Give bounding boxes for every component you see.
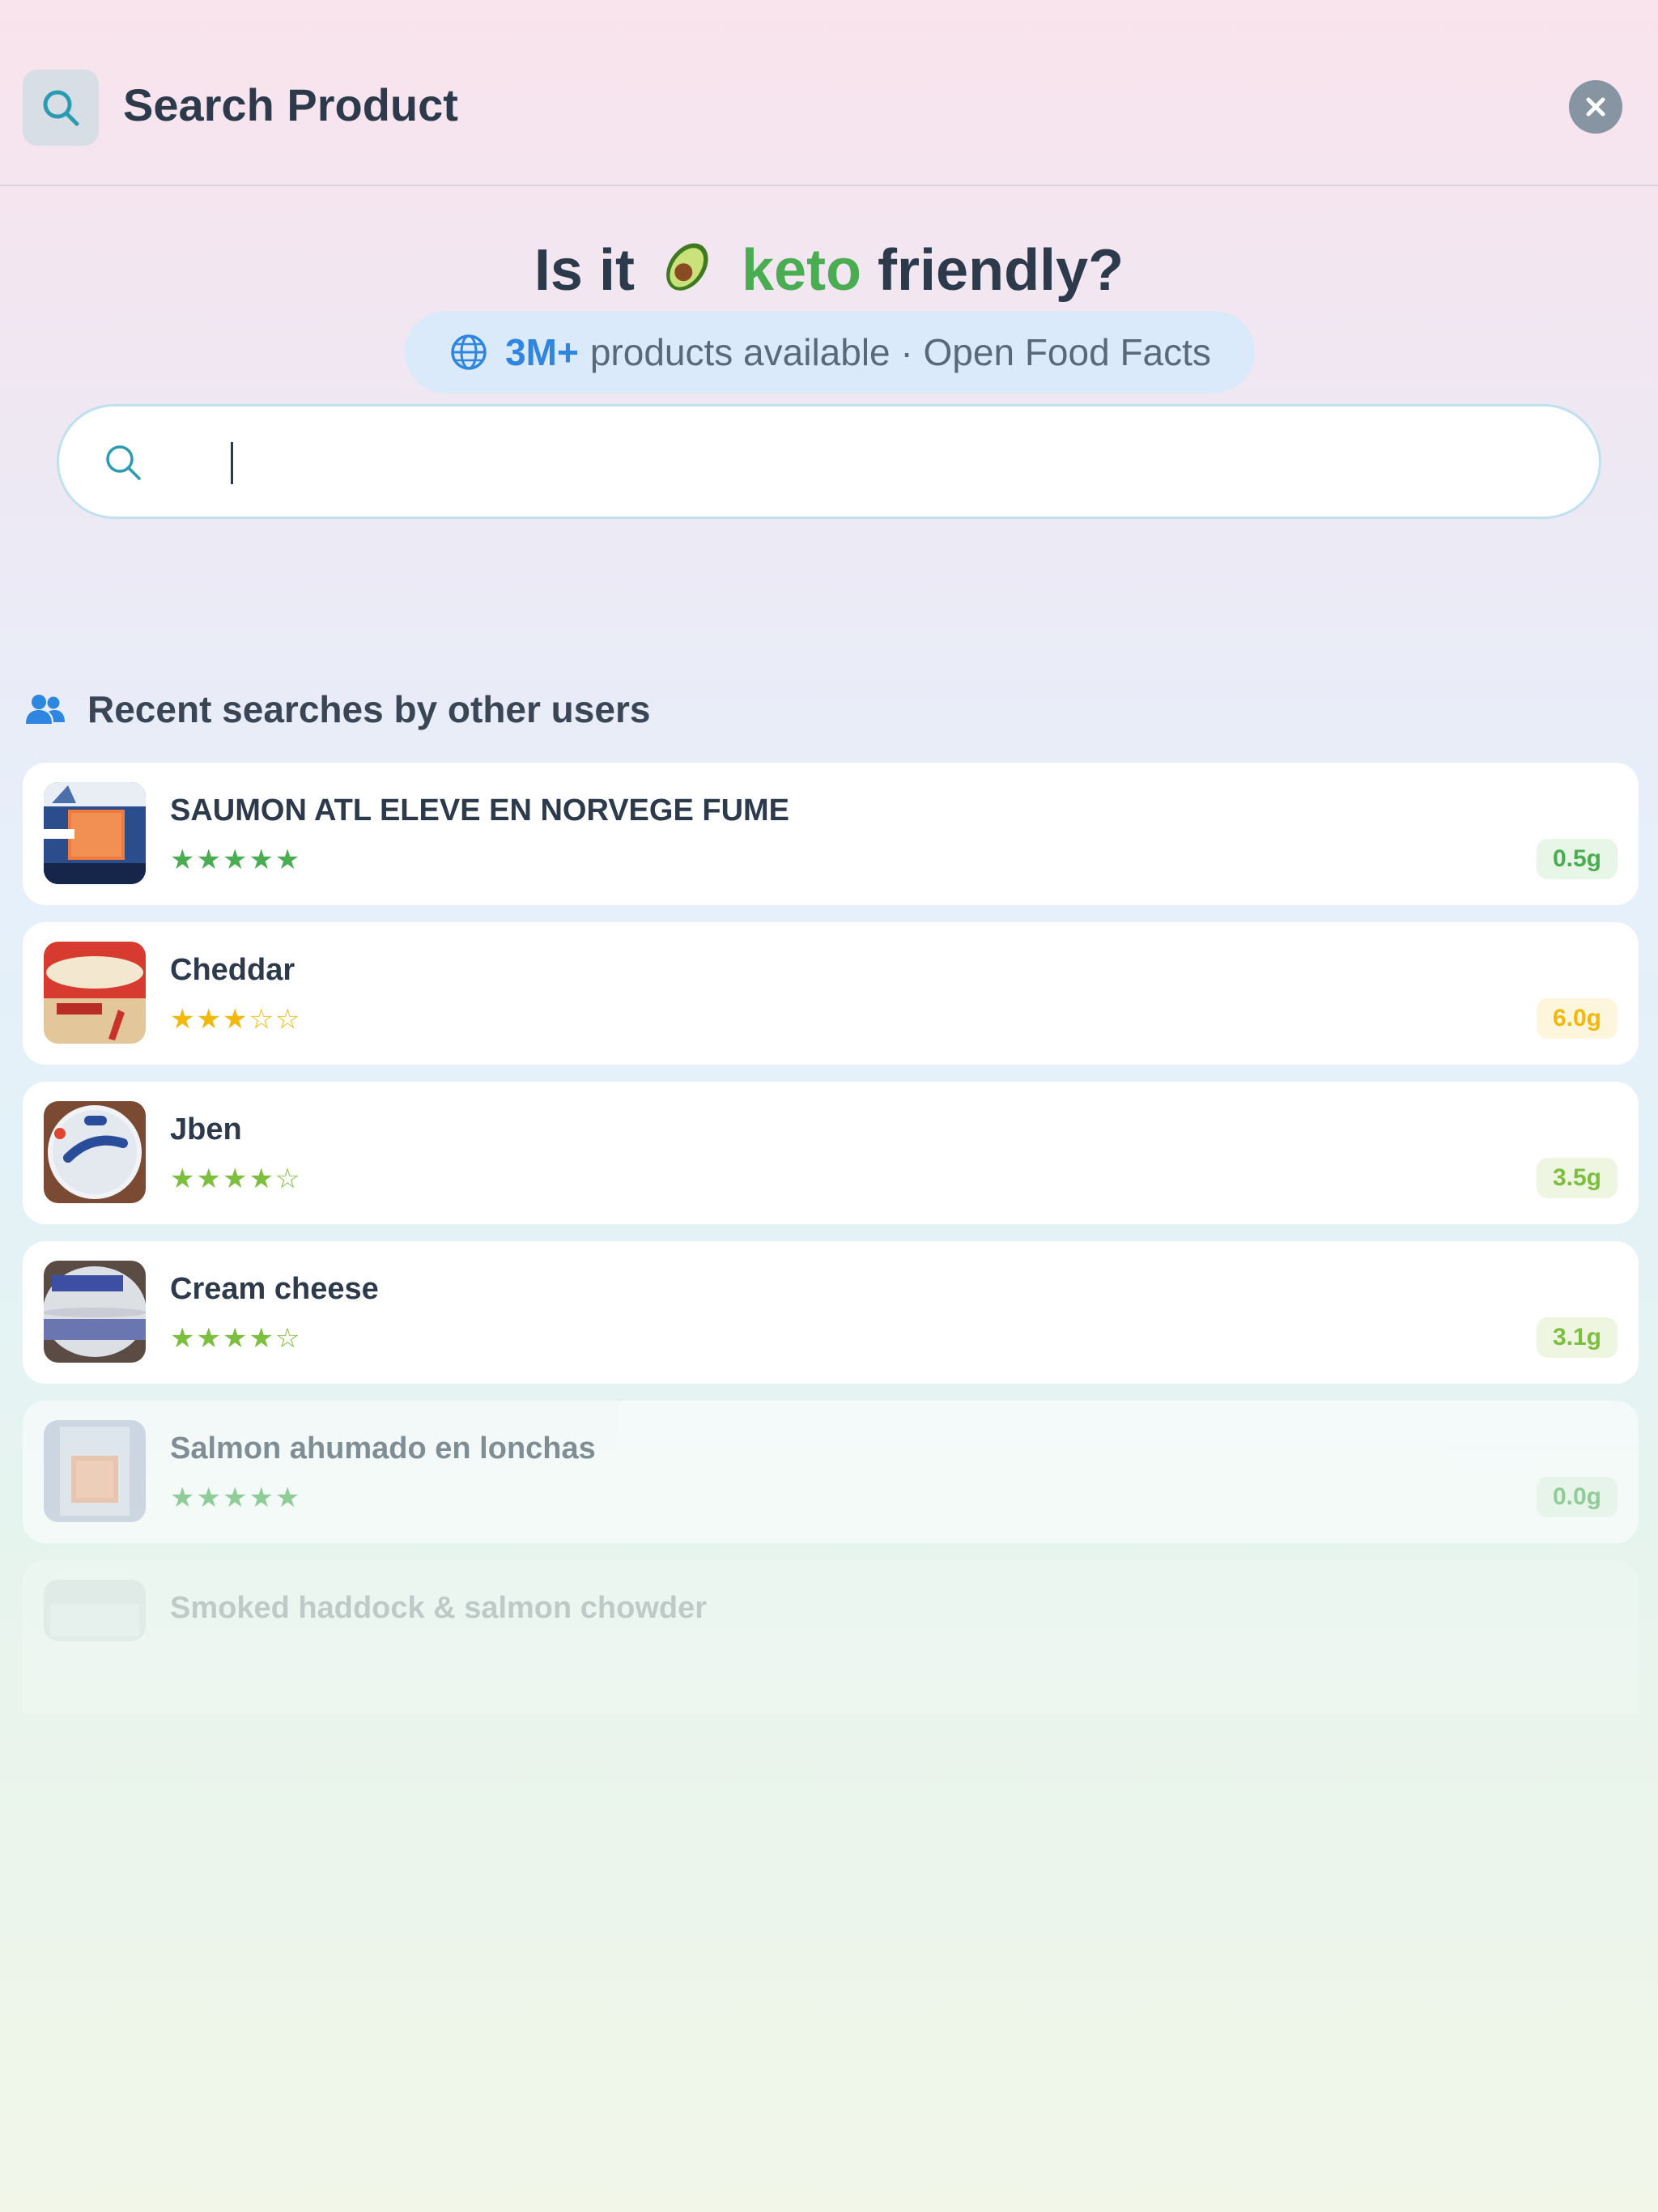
hero-prefix: Is it	[534, 238, 635, 303]
hero-keto-word: keto	[741, 238, 862, 303]
text-caret	[231, 442, 233, 484]
availability-text: products available · Open Food Facts	[589, 331, 1211, 373]
carb-badge: 3.1g	[1536, 1317, 1618, 1358]
hero-suffix: friendly?	[878, 238, 1124, 303]
recent-searches-heading: Recent searches by other users	[24, 685, 650, 734]
product-name: Smoked haddock & salmon chowder	[170, 1591, 708, 1625]
availability-badge: 3M+ products available · Open Food Facts	[405, 311, 1255, 393]
avocado-icon	[657, 235, 719, 310]
search-input[interactable]	[245, 431, 1544, 497]
users-icon	[24, 693, 66, 725]
header: Search Product	[0, 0, 1658, 186]
product-count: 3M+	[505, 331, 579, 373]
close-button[interactable]	[1569, 80, 1622, 134]
search-icon	[23, 70, 99, 146]
rating-stars: ★★★★★	[170, 1482, 302, 1513]
product-thumbnail	[44, 1261, 146, 1363]
product-name: SAUMON ATL ELEVE EN NORVEGE FUME	[170, 793, 790, 827]
carb-badge: 3.5g	[1536, 1158, 1618, 1198]
recent-searches-title: Recent searches by other users	[87, 688, 651, 730]
list-item[interactable]: Jben ★★★★☆ 3.5g	[23, 1082, 1639, 1224]
carb-badge: 0.0g	[1536, 1477, 1618, 1517]
rating-stars: ★★★★☆	[170, 1163, 302, 1194]
list-item[interactable]: Cheddar ★★★☆☆ 6.0g	[23, 922, 1639, 1065]
product-name: Jben	[170, 1112, 242, 1146]
product-thumbnail	[44, 1580, 146, 1641]
search-icon	[103, 442, 143, 487]
rating-stars: ★★★☆☆	[170, 1004, 302, 1035]
product-name: Salmon ahumado en lonchas	[170, 1431, 596, 1465]
hero-title: Is it keto friendly?	[0, 235, 1658, 310]
page-title: Search Product	[123, 79, 458, 130]
list-item[interactable]: SAUMON ATL ELEVE EN NORVEGE FUME ★★★★★ 0…	[23, 763, 1639, 905]
globe-icon	[449, 332, 489, 372]
list-item[interactable]: Smoked haddock & salmon chowder	[23, 1560, 1639, 1714]
search-field[interactable]	[57, 404, 1601, 519]
list-item[interactable]: Salmon ahumado en lonchas ★★★★★ 0.0g	[23, 1401, 1639, 1543]
product-thumbnail	[44, 1420, 146, 1522]
close-icon	[1586, 97, 1605, 117]
list-item[interactable]: Cream cheese ★★★★☆ 3.1g	[23, 1241, 1639, 1384]
carb-badge: 6.0g	[1536, 998, 1618, 1039]
rating-stars: ★★★★☆	[170, 1323, 302, 1354]
product-name: Cream cheese	[170, 1272, 379, 1306]
carb-badge: 0.5g	[1536, 839, 1618, 879]
product-thumbnail	[44, 782, 146, 884]
product-name: Cheddar	[170, 953, 295, 987]
product-thumbnail	[44, 942, 146, 1044]
rating-stars: ★★★★★	[170, 844, 302, 875]
product-thumbnail	[44, 1101, 146, 1203]
